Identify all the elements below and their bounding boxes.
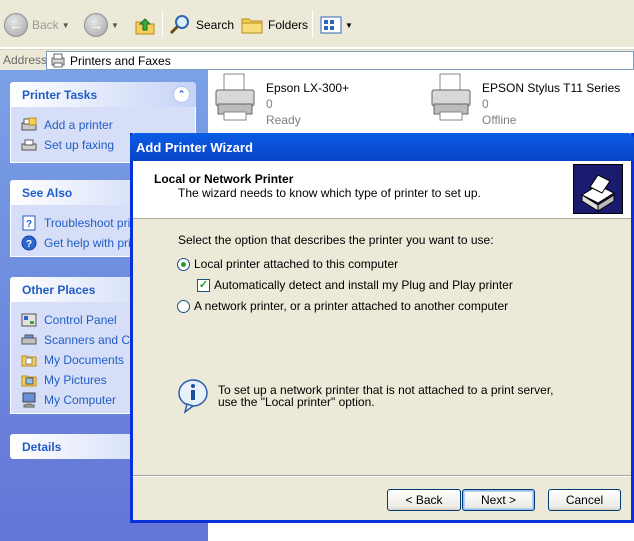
printer-name: EPSON Stylus T11 Series xyxy=(482,81,621,95)
next-button[interactable]: Next > xyxy=(462,489,535,511)
printer-item[interactable]: EPSON Stylus T11 Series 0 Offline xyxy=(430,70,620,128)
scanner-icon xyxy=(21,334,37,345)
forward-dropdown-icon[interactable]: ▼ xyxy=(111,21,119,30)
printer-icon xyxy=(431,73,471,121)
folders-button[interactable]: Folders xyxy=(240,10,308,40)
toolbar: ← Back ▼ → ▼ Search Folders ▼ xyxy=(0,0,634,48)
network-printer-option[interactable]: A network printer, or a printer attached… xyxy=(177,299,508,313)
printer-status: Ready xyxy=(266,113,301,127)
back-button-dialog[interactable]: < Back xyxy=(387,489,461,511)
up-folder-icon xyxy=(135,18,155,35)
dialog-title: Add Printer Wizard xyxy=(136,139,253,155)
views-icon xyxy=(320,16,342,34)
autodetect-option[interactable]: ✓ Automatically detect and install my Pl… xyxy=(197,278,513,292)
fax-icon xyxy=(21,139,37,151)
back-button[interactable]: ← Back ▼ xyxy=(4,10,70,40)
wizard-heading: Local or Network Printer xyxy=(154,172,294,186)
printer-tasks-header[interactable]: Printer Tasks ⌃ xyxy=(10,82,196,107)
up-folder-button[interactable] xyxy=(134,10,156,40)
address-value: Printers and Faxes xyxy=(70,53,171,68)
wizard-printer-icon xyxy=(573,164,623,214)
add-printer-wizard-dialog: Add Printer Wizard Local or Network Prin… xyxy=(130,133,634,523)
views-button[interactable]: ▼ xyxy=(320,10,353,40)
views-dropdown-icon: ▼ xyxy=(345,20,353,30)
back-arrow-icon: ← xyxy=(4,13,28,37)
add-printer-link[interactable]: Add a printer xyxy=(21,115,195,135)
selection-prompt: Select the option that describes the pri… xyxy=(178,233,494,247)
svg-text:?: ? xyxy=(26,239,32,250)
search-button[interactable]: Search xyxy=(168,10,234,40)
control-panel-icon xyxy=(21,313,37,327)
help-icon: ? xyxy=(21,235,37,251)
back-dropdown-icon[interactable]: ▼ xyxy=(62,21,70,30)
folders-icon xyxy=(241,18,263,34)
help-book-icon: ? xyxy=(22,215,36,231)
add-printer-icon xyxy=(21,117,37,131)
footer-divider xyxy=(133,475,631,477)
forward-button[interactable]: → ▼ xyxy=(84,10,119,40)
address-label: Address xyxy=(3,53,48,67)
printer-item[interactable]: Epson LX-300+ 0 Ready xyxy=(214,70,349,128)
autodetect-checkbox[interactable]: ✓ xyxy=(197,278,210,292)
printer-name: Epson LX-300+ xyxy=(266,81,350,95)
printer-icon xyxy=(215,73,255,121)
info-note: To set up a network printer that is not … xyxy=(177,378,554,414)
printers-folder-icon xyxy=(51,53,65,68)
documents-folder-icon xyxy=(21,355,37,367)
dialog-title-bar[interactable]: Add Printer Wizard xyxy=(130,133,634,161)
address-field[interactable]: Printers and Faxes xyxy=(46,51,634,70)
address-bar: Address Printers and Faxes xyxy=(0,49,634,70)
network-printer-radio[interactable] xyxy=(177,299,190,313)
wizard-subheading: The wizard needs to know which type of p… xyxy=(178,186,481,200)
wizard-header: Local or Network Printer The wizard need… xyxy=(133,161,631,219)
printer-doc-count: 0 xyxy=(482,97,489,111)
svg-text:?: ? xyxy=(26,219,32,230)
printer-status: Offline xyxy=(482,113,517,127)
forward-arrow-icon: → xyxy=(84,13,108,37)
collapse-chevron-icon[interactable]: ⌃ xyxy=(173,86,190,103)
info-line-2: use the "Local printer" option. xyxy=(218,395,375,409)
cancel-button[interactable]: Cancel xyxy=(548,489,621,511)
info-icon xyxy=(178,379,208,414)
pictures-folder-icon xyxy=(21,375,37,387)
autodetect-label: Automatically detect and install my Plug… xyxy=(214,278,513,292)
local-printer-label: Local printer attached to this computer xyxy=(194,257,399,271)
network-printer-label: A network printer, or a printer attached… xyxy=(194,299,509,313)
computer-icon xyxy=(22,392,36,408)
local-printer-radio[interactable] xyxy=(177,257,190,271)
search-icon xyxy=(169,15,189,35)
local-printer-option[interactable]: Local printer attached to this computer xyxy=(177,257,398,271)
printer-doc-count: 0 xyxy=(266,97,273,111)
